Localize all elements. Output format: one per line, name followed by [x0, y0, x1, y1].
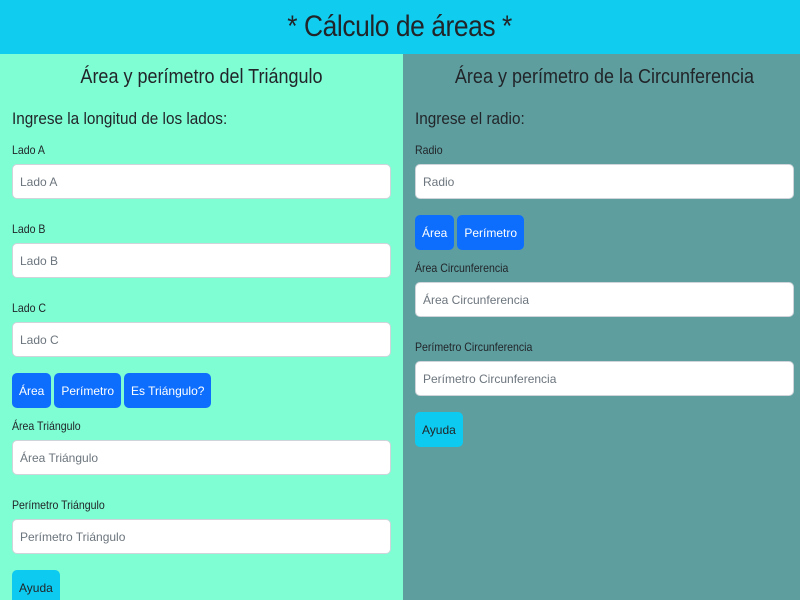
circle-area-output[interactable] — [415, 282, 794, 317]
circle-subtitle: Ingrese el radio: — [415, 109, 525, 128]
radius-input[interactable] — [415, 164, 794, 199]
circle-perimeter-button[interactable]: Perímetro — [457, 215, 525, 250]
circle-title: Área y perímetro de la Circunferencia — [454, 66, 755, 88]
side-a-field: Lado A — [12, 142, 391, 199]
side-a-input[interactable] — [12, 164, 391, 199]
triangle-perimeter-output[interactable] — [12, 519, 391, 554]
radius-field: Radio — [415, 142, 794, 199]
triangle-subtitle: Ingrese la longitud de los lados: — [12, 109, 228, 128]
circle-actions: Área Perímetro — [415, 215, 794, 250]
triangle-area-button[interactable]: Área — [12, 373, 52, 408]
circle-help-row: Ayuda — [415, 412, 794, 447]
main-columns: Área y perímetro del Triángulo Ingrese l… — [0, 54, 800, 600]
circle-area-field: Área Circunferencia — [415, 260, 794, 317]
circle-perimeter-output[interactable] — [415, 361, 794, 396]
triangle-area-output[interactable] — [12, 440, 391, 475]
triangle-panel: Área y perímetro del Triángulo Ingrese l… — [0, 54, 403, 600]
side-b-field: Lado B — [12, 221, 391, 278]
circle-help-button[interactable]: Ayuda — [415, 412, 463, 447]
page-title: * Cálculo de áreas * — [287, 10, 513, 43]
radius-label: Radio — [415, 143, 443, 157]
circle-perimeter-field: Perímetro Circunferencia — [415, 339, 794, 396]
triangle-title: Área y perímetro del Triángulo — [80, 66, 323, 88]
triangle-area-label: Área Triángulo — [12, 419, 81, 433]
side-c-field: Lado C — [12, 300, 391, 357]
triangle-area-field: Área Triángulo — [12, 418, 391, 475]
is-triangle-button[interactable]: Es Triángulo? — [124, 373, 212, 408]
side-b-input[interactable] — [12, 243, 391, 278]
side-b-label: Lado B — [12, 222, 46, 236]
side-c-label: Lado C — [12, 301, 47, 315]
side-c-input[interactable] — [12, 322, 391, 357]
circle-panel: Área y perímetro de la Circunferencia In… — [403, 54, 800, 600]
circle-area-button[interactable]: Área — [415, 215, 455, 250]
triangle-perimeter-button[interactable]: Perímetro — [54, 373, 122, 408]
circle-perimeter-label: Perímetro Circunferencia — [415, 340, 533, 354]
triangle-help-button[interactable]: Ayuda — [12, 570, 60, 600]
triangle-perimeter-field: Perímetro Triángulo — [12, 497, 391, 554]
page-header: * Cálculo de áreas * — [0, 0, 800, 54]
side-a-label: Lado A — [12, 143, 45, 157]
triangle-actions: Área Perímetro Es Triángulo? — [12, 373, 391, 408]
circle-area-label: Área Circunferencia — [415, 261, 509, 275]
triangle-perimeter-label: Perímetro Triángulo — [12, 498, 105, 512]
triangle-help-row: Ayuda — [12, 570, 391, 600]
